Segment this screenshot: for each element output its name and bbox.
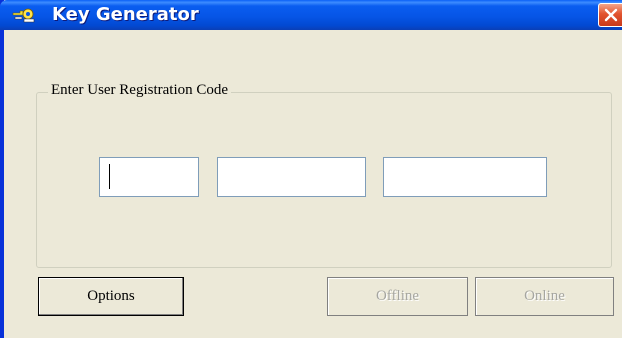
- offline-button[interactable]: Offline: [327, 277, 468, 316]
- registration-code-field-2[interactable]: [217, 157, 366, 197]
- window-title: Key Generator: [52, 4, 199, 25]
- options-button[interactable]: Options: [38, 277, 184, 316]
- registration-code-label: Enter User Registration Code: [48, 82, 232, 99]
- online-button[interactable]: Online: [475, 277, 614, 316]
- key-generator-window: Key Generator Enter User Registration Co…: [0, 0, 622, 338]
- options-button-label: Options: [87, 288, 135, 304]
- title-bar[interactable]: Key Generator: [0, 0, 622, 30]
- keygen-app-icon: [12, 7, 36, 23]
- offline-button-label: Offline: [375, 288, 420, 304]
- registration-code-field-1[interactable]: [99, 157, 199, 197]
- registration-code-field-3[interactable]: [383, 157, 547, 197]
- close-button[interactable]: [598, 3, 622, 27]
- text-caret: [109, 164, 110, 189]
- online-button-label: Online: [524, 288, 565, 304]
